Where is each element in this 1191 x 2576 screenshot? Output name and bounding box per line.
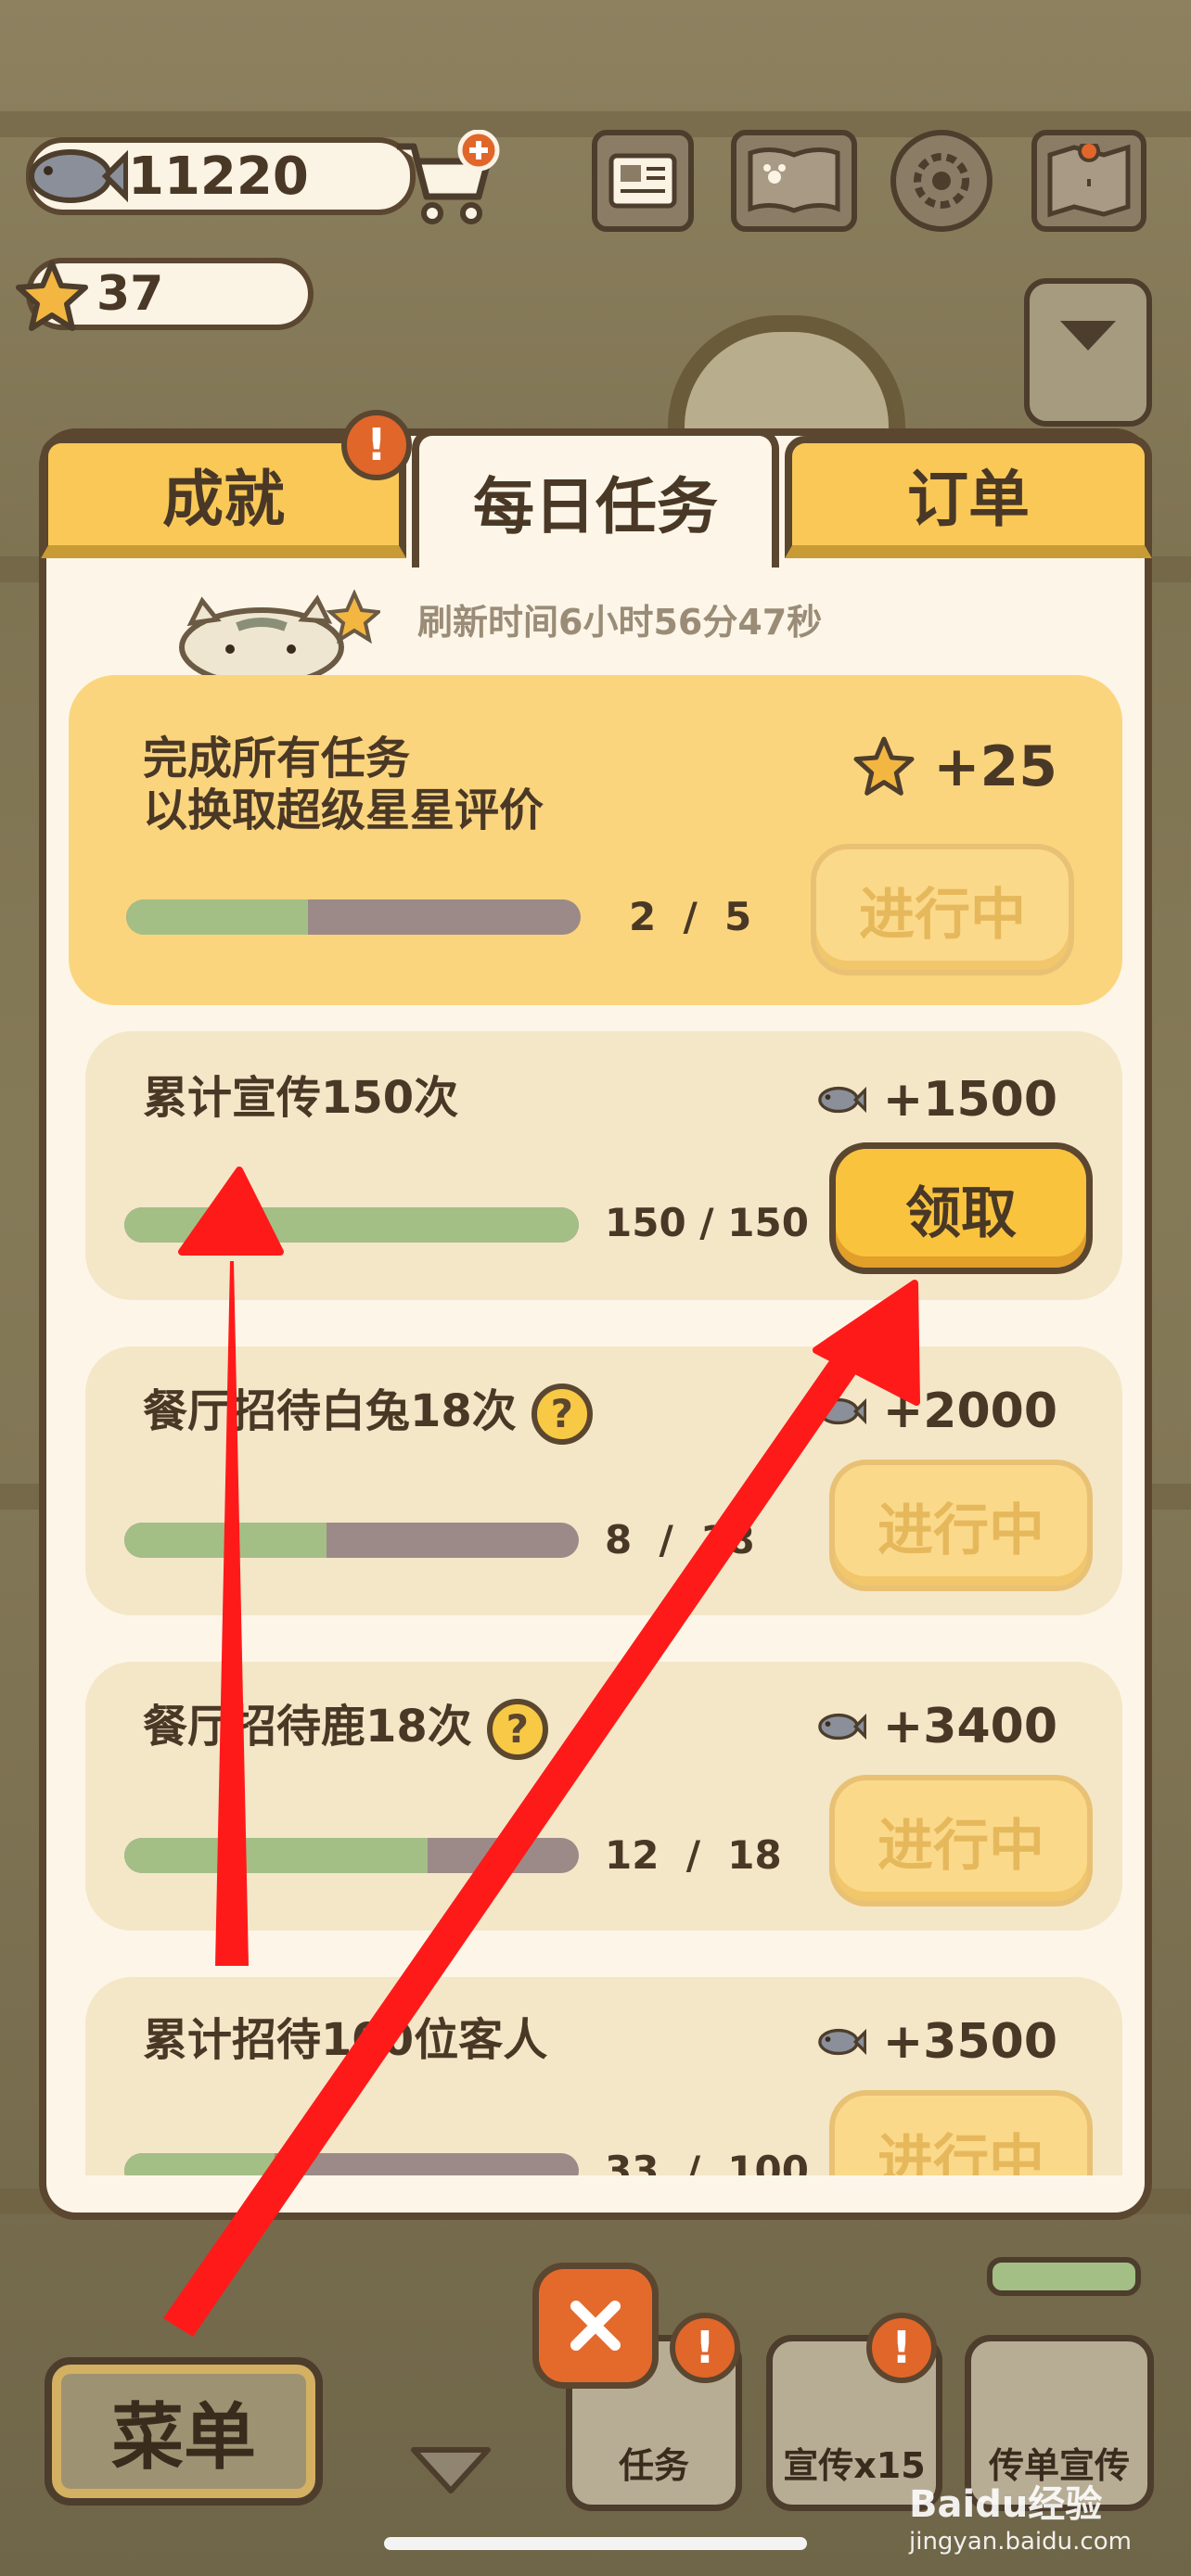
chevron-down-icon — [1060, 321, 1116, 351]
task-title: 餐厅招待鹿18次? — [143, 1699, 548, 1760]
tab-orders[interactable]: 订单 — [785, 436, 1152, 558]
gear-icon — [914, 153, 969, 209]
all-tasks-summary-card: 完成所有任务 以换取超级星星评价 +25 2 / 5 进行中 — [69, 675, 1122, 1005]
settings-button[interactable] — [890, 130, 992, 232]
task-progress-bar — [124, 1838, 579, 1873]
close-icon — [570, 2301, 621, 2351]
summary-progress-bar — [126, 899, 581, 935]
summary-progress-text: 2 / 5 — [629, 894, 752, 939]
task-progress-bar — [124, 1523, 579, 1558]
task-reward: +1500 — [813, 1072, 1057, 1128]
tab-daily-tasks[interactable]: 每日任务 — [412, 428, 779, 567]
fish-icon — [817, 1397, 866, 1425]
fish-icon — [29, 149, 128, 203]
flyer-stamina-bar — [987, 2257, 1141, 2296]
newspaper-button[interactable] — [592, 130, 694, 232]
summary-title: 完成所有任务 以换取超级星星评价 — [143, 733, 544, 836]
task-card: 餐厅招待白兔18次? +2000 8 / 18 进行中 — [85, 1346, 1122, 1615]
task-alert-badge: ! — [670, 2313, 740, 2383]
tab-daily-tasks-label: 每日任务 — [473, 471, 718, 542]
in-progress-button[interactable]: 进行中 — [829, 2090, 1093, 2175]
task-title: 餐厅招待白兔18次? — [143, 1384, 593, 1445]
task-card: 餐厅招待鹿18次? +3400 12 / 18 进行中 — [85, 1662, 1122, 1931]
task-title: 累计招待100位客人 — [143, 2014, 548, 2066]
tab-achievements-badge: ! — [341, 410, 412, 480]
fish-icon — [817, 2028, 866, 2056]
task-progress-bar — [124, 2153, 579, 2175]
chevron-down-icon[interactable] — [404, 2439, 497, 2504]
help-icon[interactable]: ? — [531, 1384, 593, 1445]
task-progress-text: 8 / 18 — [605, 1517, 755, 1562]
shop-cart-icon[interactable] — [390, 130, 501, 232]
map-icon — [1047, 144, 1131, 218]
task-progress-bar — [124, 1207, 579, 1243]
task-reward: +3400 — [813, 1699, 1057, 1754]
promote-alert-badge: ! — [866, 2313, 937, 2383]
star-icon — [853, 736, 915, 796]
baidu-watermark: Baidu经验 jingyan.baidu.com — [909, 2483, 1132, 2556]
task-progress-text: 12 / 18 — [605, 1832, 782, 1878]
catbook-button[interactable] — [731, 130, 857, 232]
menu-button[interactable]: 菜单 — [45, 2357, 323, 2506]
task-card: 累计招待100位客人 +3500 33 / 100 进行中 — [85, 1977, 1122, 2175]
summary-reward: +25 — [852, 734, 1057, 799]
task-card: 累计宣传150次 +1500 150 / 150 领取 — [85, 1031, 1122, 1300]
tab-achievements-label: 成就 — [162, 464, 285, 535]
claim-reward-button[interactable]: 领取 — [829, 1142, 1093, 1274]
close-button[interactable] — [532, 2263, 659, 2389]
newspaper-icon — [608, 153, 677, 209]
star-icon — [16, 261, 88, 331]
help-icon[interactable]: ? — [486, 1699, 548, 1760]
fish-icon — [817, 1086, 866, 1114]
star-count: 37 — [96, 266, 164, 322]
summary-in-progress-button[interactable]: 进行中 — [811, 844, 1074, 976]
task-title: 累计宣传150次 — [143, 1072, 459, 1124]
task-reward: +2000 — [813, 1384, 1057, 1439]
task-progress-text: 150 / 150 — [605, 1200, 809, 1245]
paw-book-icon — [748, 147, 840, 213]
fish-count: 11220 — [128, 146, 309, 207]
in-progress-button[interactable]: 进行中 — [829, 1775, 1093, 1906]
task-reward: +3500 — [813, 2014, 1057, 2070]
refresh-timer: 刷新时间6小时56分47秒 — [417, 602, 823, 643]
tab-orders-label: 订单 — [907, 464, 1030, 535]
side-drawer-toggle[interactable] — [1024, 278, 1152, 427]
task-progress-text: 33 / 100 — [605, 2148, 809, 2175]
home-indicator[interactable] — [384, 2537, 807, 2550]
fish-icon — [817, 1713, 866, 1741]
in-progress-button[interactable]: 进行中 — [829, 1460, 1093, 1591]
map-button[interactable] — [1031, 130, 1146, 232]
